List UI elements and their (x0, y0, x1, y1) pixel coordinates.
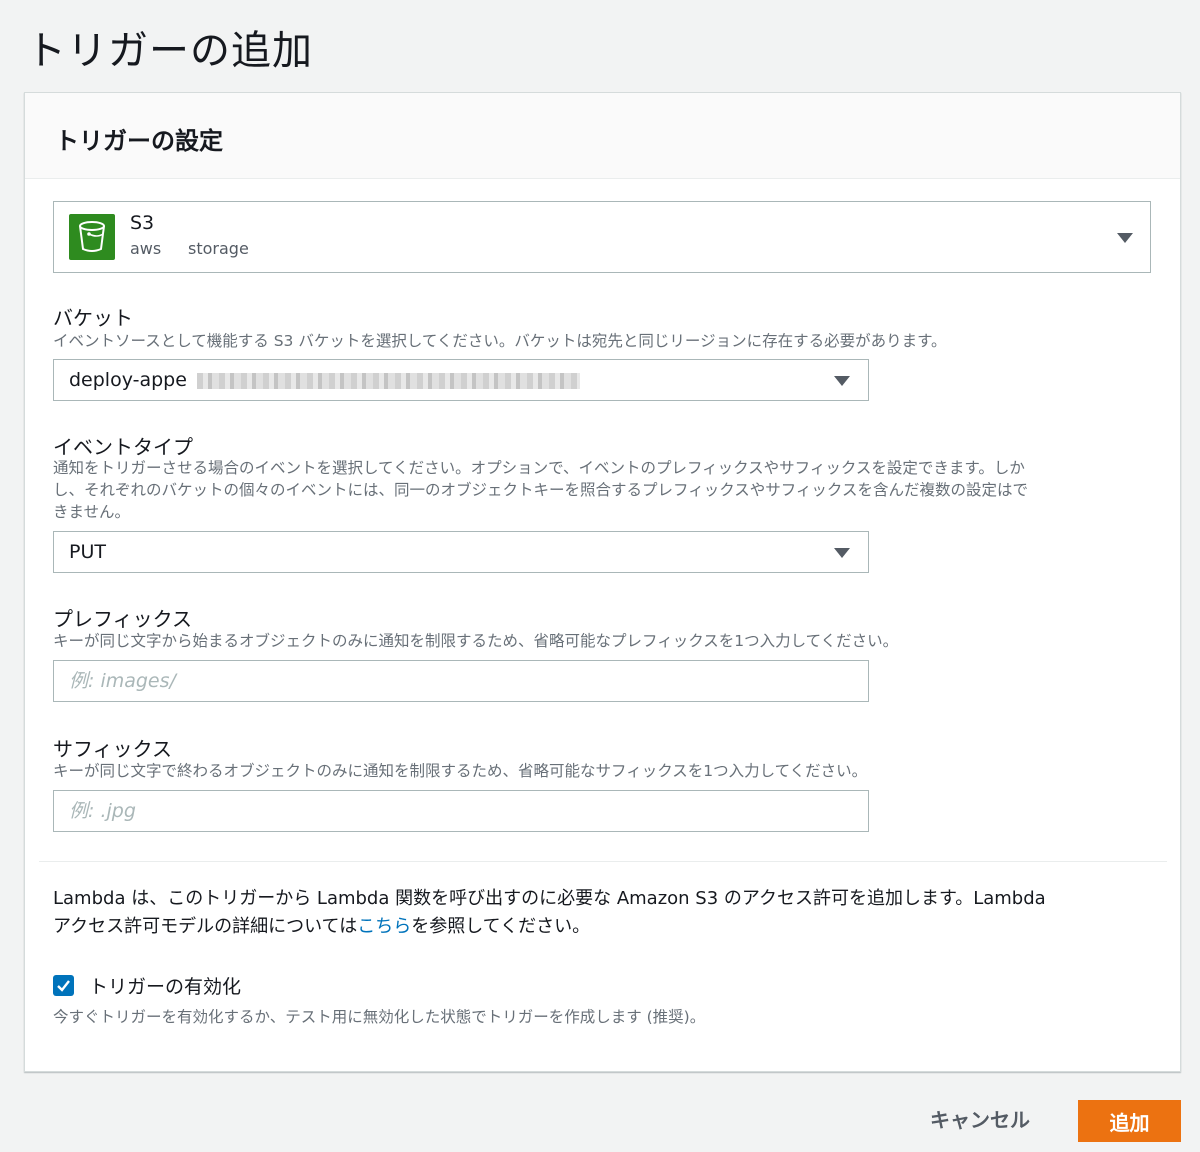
bucket-select[interactable]: deploy-appe (53, 359, 869, 401)
page-title: トリガーの追加 (26, 28, 313, 74)
prefix-label: プレフィックス (53, 607, 192, 631)
service-tag-aws: aws (130, 239, 162, 258)
permission-info-text-end: を参照してください。 (411, 916, 591, 937)
add-button[interactable]: 追加 (1078, 1100, 1181, 1142)
suffix-input[interactable] (54, 791, 868, 831)
redacted-bucket-name (197, 373, 580, 389)
event-type-label: イベントタイプ (53, 435, 193, 459)
chevron-down-icon (1117, 233, 1133, 243)
bucket-select-value: deploy-appe (69, 369, 187, 391)
trigger-settings-panel: トリガーの設定 S3 aws storage バケット イベントソースとして機能… (24, 92, 1181, 1072)
suffix-input-box[interactable] (53, 790, 869, 832)
permission-info-text: アクセス許可モデルの詳細については (53, 916, 358, 937)
details-link[interactable]: こちら (357, 916, 411, 937)
divider (39, 861, 1167, 862)
event-type-select-value: PUT (69, 541, 106, 563)
service-name: S3 (130, 212, 155, 234)
event-type-description-line2: し、それぞれのバケットの個々のイベントには、同一のオブジェクトキーを照合するプレ… (53, 481, 1028, 499)
panel-header: トリガーの設定 (25, 93, 1180, 179)
prefix-description: キーが同じ文字から始まるオブジェクトのみに通知を制限するため、省略可能なプレフィ… (53, 632, 899, 650)
trigger-service-select[interactable]: S3 aws storage (53, 201, 1151, 273)
service-tag-storage: storage (188, 239, 249, 258)
cancel-button[interactable]: キャンセル (930, 1104, 1030, 1133)
event-type-description-line1: 通知をトリガーさせる場合のイベントを選択してください。オプションで、イベントのプ… (53, 459, 1025, 477)
chevron-down-icon (834, 548, 850, 558)
bucket-description: イベントソースとして機能する S3 バケットを選択してください。バケットは宛先と… (53, 332, 947, 350)
s3-bucket-icon (69, 214, 115, 260)
enable-trigger-label[interactable]: トリガーの有効化 (89, 972, 241, 999)
permission-info: Lambda は、このトリガーから Lambda 関数を呼び出すのに必要な Am… (53, 885, 1143, 941)
event-type-select[interactable]: PUT (53, 531, 869, 573)
prefix-input-box[interactable] (53, 660, 869, 702)
enable-trigger-description: 今すぐトリガーを有効化するか、テスト用に無効化した状態でトリガーを作成します (… (53, 1008, 706, 1026)
bucket-label: バケット (53, 306, 133, 330)
check-icon (57, 980, 70, 992)
prefix-input[interactable] (54, 661, 868, 701)
panel-title: トリガーの設定 (55, 127, 223, 155)
permission-info-line2: アクセス許可モデルの詳細についてはこちらを参照してください。 (53, 913, 1143, 941)
permission-info-line1: Lambda は、このトリガーから Lambda 関数を呼び出すのに必要な Am… (53, 888, 1046, 909)
event-type-description-line3: きません。 (53, 503, 131, 521)
enable-trigger-checkbox[interactable] (53, 975, 74, 996)
suffix-label: サフィックス (53, 737, 172, 761)
suffix-description: キーが同じ文字で終わるオブジェクトのみに通知を制限するため、省略可能なサフィック… (53, 762, 868, 780)
chevron-down-icon (834, 376, 850, 386)
